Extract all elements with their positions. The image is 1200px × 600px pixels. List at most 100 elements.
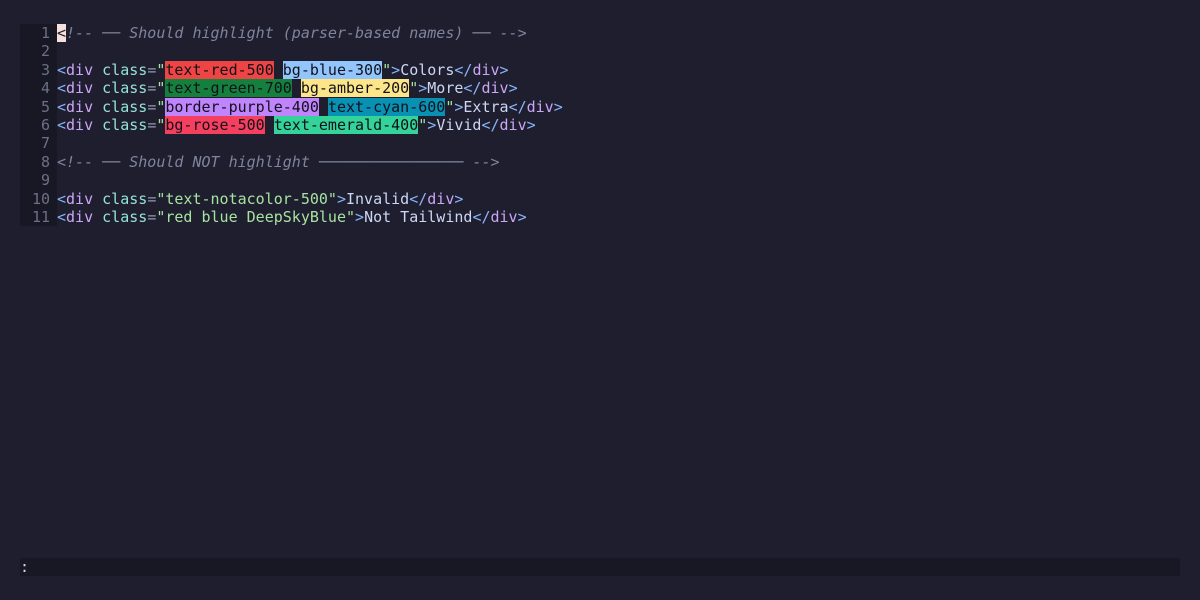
text-token: Vivid <box>436 115 482 134</box>
command-line[interactable]: : <box>20 558 1180 576</box>
editor-line[interactable]: 2 <box>20 42 1180 61</box>
string-quote: " <box>409 79 419 98</box>
line-code[interactable]: <!-- ── Should NOT highlight ───────────… <box>57 153 1180 171</box>
tag-bracket: </ <box>508 97 527 116</box>
color-class-highlight: bg-blue-300 <box>282 60 383 79</box>
tag-bracket: </ <box>454 60 473 79</box>
editor-lines[interactable]: 1 <!-- ── Should highlight (parser-based … <box>20 24 1180 227</box>
editor-line[interactable]: 3 <div class="text-red-500 bg-blue-300">C… <box>20 60 1180 80</box>
tag-name-token: div <box>499 115 527 134</box>
comment-token: !-- ── Should highlight (parser-based na… <box>66 24 527 42</box>
editor-line[interactable]: 11 <div class="red blue DeepSkyBlue">Not … <box>20 207 1180 227</box>
line-code[interactable]: <div class="text-notacolor-500">Invalid<… <box>57 190 1180 208</box>
editor-line[interactable]: 9 <box>20 171 1180 190</box>
code-editor[interactable]: 1 <!-- ── Should highlight (parser-based … <box>20 24 1180 558</box>
punctuation: = <box>147 60 157 79</box>
string-token: "red blue DeepSkyBlue" <box>156 207 356 226</box>
attribute-name: class <box>102 79 148 98</box>
punctuation: = <box>147 189 157 208</box>
tag-bracket: > <box>427 115 437 134</box>
line-number: 5 <box>20 97 57 116</box>
tag-bracket: > <box>499 60 509 79</box>
line-number: 3 <box>20 60 57 80</box>
line-code[interactable]: <div class="bg-rose-500 text-emerald-400… <box>57 115 1180 134</box>
tag-name-token: div <box>526 97 554 116</box>
tag-bracket: > <box>391 60 401 79</box>
tag-bracket: > <box>508 79 518 98</box>
text-token: More <box>427 79 464 98</box>
editor-line[interactable]: 4 <div class="text-green-700 bg-amber-200… <box>20 79 1180 98</box>
attribute-name: class <box>102 60 148 79</box>
line-number: 4 <box>20 79 57 98</box>
line-code[interactable]: <div class="border-purple-400 text-cyan-… <box>57 97 1180 116</box>
editor-line[interactable]: 7 <box>20 134 1180 153</box>
tag-bracket: < <box>57 189 67 208</box>
editor-line[interactable]: 10 <div class="text-notacolor-500">Invali… <box>20 189 1180 208</box>
tag-bracket: </ <box>409 189 428 208</box>
tag-bracket: < <box>57 60 67 79</box>
tag-name-token: div <box>66 79 94 98</box>
line-number: 9 <box>20 171 57 190</box>
tag-name-token: div <box>66 207 94 226</box>
cursor-char: < <box>57 24 67 42</box>
attribute-name: class <box>102 97 148 116</box>
tag-bracket: > <box>454 189 464 208</box>
line-number: 1 <box>20 24 57 43</box>
tag-bracket: > <box>336 189 346 208</box>
tag-name-token: div <box>427 189 455 208</box>
tag-bracket: < <box>57 79 67 98</box>
line-number: 6 <box>20 115 57 135</box>
attribute-name: class <box>102 115 148 134</box>
tag-name-token: div <box>66 60 94 79</box>
color-class-highlight: text-green-700 <box>165 79 292 98</box>
editor-line[interactable]: 1 <!-- ── Should highlight (parser-based … <box>20 24 1180 43</box>
text-token: Extra <box>463 97 509 116</box>
text-token: Not Tailwind <box>364 207 473 226</box>
editor-line[interactable]: 6 <div class="bg-rose-500 text-emerald-40… <box>20 115 1180 135</box>
line-code[interactable]: <div class="text-red-500 bg-blue-300">Co… <box>57 60 1180 79</box>
string-quote: " <box>418 115 428 134</box>
string-quote: " <box>382 60 392 79</box>
line-code[interactable] <box>57 171 1180 189</box>
punctuation: = <box>147 115 157 134</box>
line-code[interactable] <box>57 42 1180 60</box>
tag-name-token: div <box>481 79 509 98</box>
comment-token: <!-- ── Should NOT highlight ───────────… <box>57 152 500 171</box>
text-token: Invalid <box>346 189 410 208</box>
editor-line[interactable]: 8 <!-- ── Should NOT highlight ──────────… <box>20 152 1180 172</box>
editor-line[interactable]: 5 <div class="border-purple-400 text-cyan… <box>20 97 1180 116</box>
line-number: 7 <box>20 134 57 153</box>
tag-bracket: > <box>553 97 563 116</box>
line-code[interactable]: <!-- ── Should highlight (parser-based n… <box>57 24 1180 42</box>
tag-bracket: < <box>57 207 67 226</box>
line-number: 8 <box>20 152 57 172</box>
tag-bracket: > <box>355 207 365 226</box>
command-prompt: : <box>20 558 30 576</box>
line-code[interactable] <box>57 134 1180 152</box>
color-class-highlight: border-purple-400 <box>165 97 319 116</box>
punctuation: = <box>147 207 157 226</box>
color-class-highlight: text-cyan-600 <box>327 97 446 116</box>
color-class-highlight: text-emerald-400 <box>273 115 419 134</box>
tag-bracket: </ <box>472 207 491 226</box>
tag-bracket: > <box>418 79 428 98</box>
color-class-highlight: bg-rose-500 <box>165 115 265 134</box>
tag-name-token: div <box>66 115 94 134</box>
tag-bracket: > <box>526 115 536 134</box>
line-code[interactable]: <div class="red blue DeepSkyBlue">Not Ta… <box>57 208 1180 226</box>
string-token: "text-notacolor-500" <box>156 189 337 208</box>
punctuation: = <box>147 79 157 98</box>
line-number: 11 <box>20 207 57 227</box>
tag-bracket: > <box>517 207 527 226</box>
line-code[interactable]: <div class="text-green-700 bg-amber-200"… <box>57 79 1180 98</box>
tag-name-token: div <box>66 97 94 116</box>
tag-bracket: < <box>57 115 67 134</box>
color-class-highlight: text-red-500 <box>165 60 274 79</box>
